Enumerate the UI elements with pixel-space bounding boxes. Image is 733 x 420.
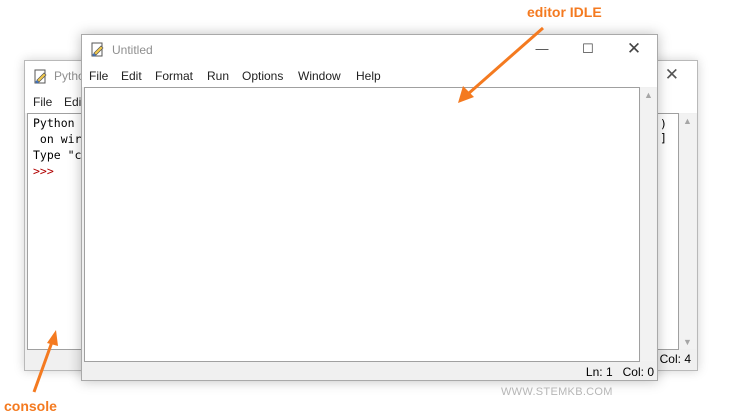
screenshot-stage: Pytho ✕ File Edi Python on wir Type "c >… [0, 0, 733, 420]
annotation-arrows [32, 26, 544, 393]
editor-arrow [458, 26, 544, 103]
console-arrow [32, 330, 58, 393]
editor-annotation-label: editor IDLE [527, 4, 602, 20]
console-annotation-label: console [4, 398, 57, 414]
